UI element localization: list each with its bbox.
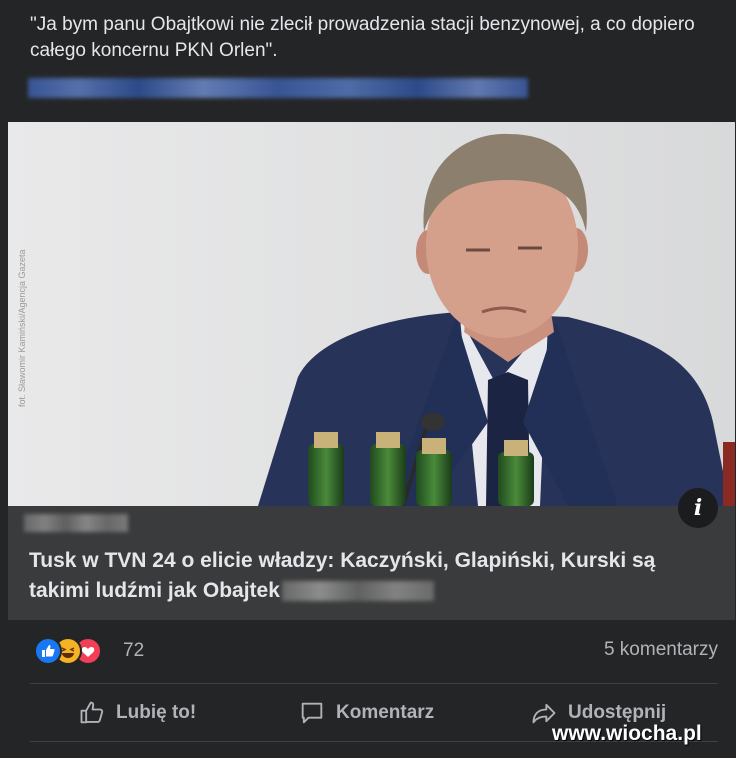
facebook-post: "Ja bym panu Obajtkowi nie zlecił prowad… bbox=[0, 0, 736, 758]
like-icon bbox=[34, 637, 62, 665]
comment-icon bbox=[301, 702, 323, 724]
comments-count[interactable]: 5 komentarzy bbox=[604, 639, 718, 661]
thumbs-up-icon bbox=[80, 701, 104, 724]
photo-illustration bbox=[8, 122, 735, 506]
comment-label: Komentarz bbox=[336, 702, 435, 723]
post-photo[interactable]: fot. Sławomir Kamiński/Agencja Gazeta bbox=[8, 122, 735, 506]
like-label: Lubię to! bbox=[116, 702, 197, 723]
link-domain-blurred bbox=[24, 514, 128, 532]
photo-credit: fot. Sławomir Kamiński/Agencja Gazeta bbox=[17, 249, 27, 407]
reaction-count[interactable]: 72 bbox=[123, 640, 144, 662]
watermark: www.wiocha.pl bbox=[552, 722, 702, 745]
info-icon[interactable]: i bbox=[678, 488, 718, 528]
post-text: "Ja bym panu Obajtkowi nie zlecił prowad… bbox=[30, 14, 695, 61]
divider bbox=[30, 683, 718, 684]
share-label: Udostępnij bbox=[568, 702, 667, 723]
headline-blurred-suffix bbox=[281, 581, 434, 602]
like-button[interactable]: Lubię to! bbox=[78, 695, 196, 731]
blurred-link[interactable] bbox=[28, 78, 528, 98]
comment-button[interactable]: Komentarz bbox=[298, 695, 434, 731]
link-headline[interactable]: Tusk w TVN 24 o elicie władzy: Kaczyński… bbox=[29, 546, 719, 606]
